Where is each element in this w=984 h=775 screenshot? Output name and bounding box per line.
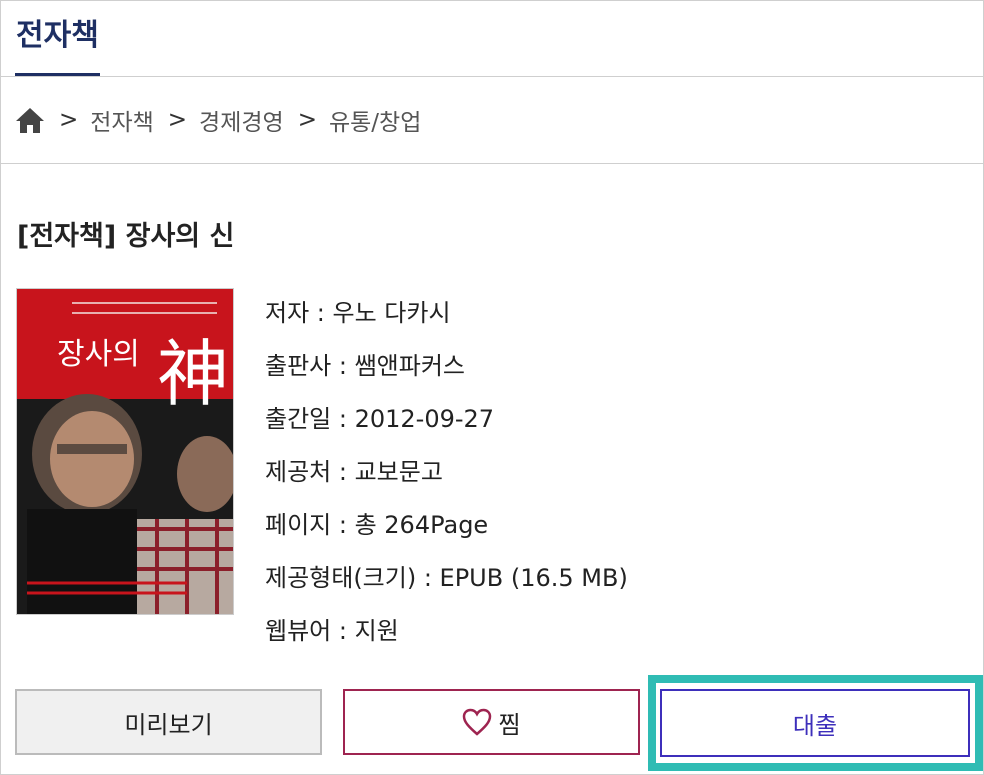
breadcrumb-separator: > [297,107,317,133]
breadcrumb: > 전자책 > 경제경영 > 유통/창업 [1,77,983,164]
breadcrumb-separator: > [59,107,79,133]
breadcrumb-item-economy[interactable]: 경제경영 [199,103,284,137]
info-format: 제공형태(크기) : EPUB (16.5 MB) [265,564,628,592]
book-title: [전자책] 장사의 신 [17,221,235,252]
preview-button-label: 미리보기 [124,710,213,739]
book-cover-image: 장사의 神 [17,289,233,614]
info-publisher: 출판사 : 쌤앤파커스 [265,352,465,380]
book-cover[interactable]: 장사의 神 [16,288,234,615]
breadcrumb-item-ebook[interactable]: 전자책 [90,103,153,137]
info-author: 저자 : 우노 다카시 [265,299,451,327]
breadcrumb-item-distribution[interactable]: 유통/창업 [329,103,421,137]
info-pages: 페이지 : 총 264Page [265,511,489,539]
cover-title-glyph: 神 [157,335,229,415]
info-provider: 제공처 : 교보문고 [265,458,443,486]
wishlist-button-label: 찜 [498,710,521,739]
cover-title-text: 장사의 [57,338,140,371]
info-pubdate: 출간일 : 2012-09-27 [265,405,495,433]
loan-button[interactable]: 대출 [660,689,970,757]
header: 전자책 [1,1,983,77]
info-webviewer: 웹뷰어 : 지원 [265,617,399,645]
loan-button-label: 대출 [792,711,838,740]
breadcrumb-separator: > [167,107,188,133]
tab-ebook[interactable]: 전자책 [15,1,100,76]
wishlist-button[interactable]: 찜 [343,689,640,755]
book-detail-panel: 전자책 > 전자책 > 경제경영 > 유통/창업 [전자책] 장사의 신 장사의 [0,0,984,775]
preview-button[interactable]: 미리보기 [15,689,322,755]
home-icon[interactable] [15,106,45,134]
book-info: 저자 : 우노 다카시 출판사 : 쌤앤파커스 출간일 : 2012-09-27… [265,293,628,664]
heart-icon [463,708,492,736]
